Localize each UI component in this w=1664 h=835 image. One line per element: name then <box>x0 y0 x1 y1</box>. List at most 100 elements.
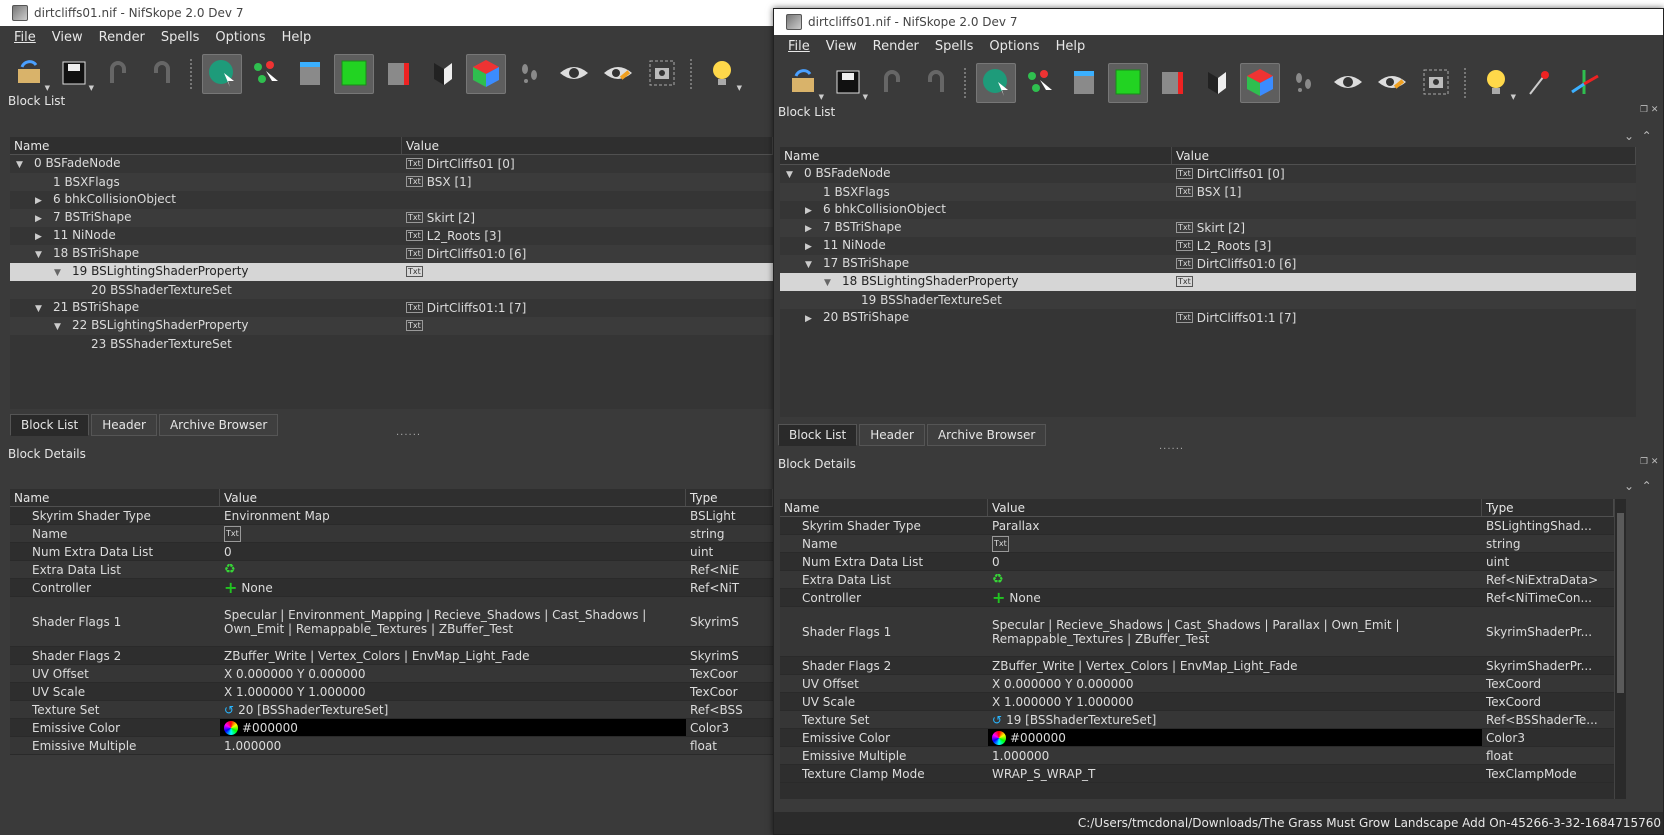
collapse-arrow-icon[interactable]: ▼ <box>16 156 28 174</box>
block-row[interactable]: ▼ 19 BSLightingShaderProperty Txt <box>10 263 773 281</box>
detail-value[interactable]: 20 [BSShaderTextureSet] <box>238 703 388 717</box>
block-row[interactable]: ▼ 17 BSTriShape Txt DirtCliffs01:0 [6] <box>780 255 1636 273</box>
text-type-icon[interactable]: Txt <box>224 525 241 542</box>
detail-row[interactable]: Shader Flags 1 Specular | Recieve_Shadows… <box>780 607 1614 657</box>
detail-value[interactable]: X 1.000000 Y 1.000000 <box>992 695 1134 709</box>
detail-value[interactable]: ZBuffer_Write | Vertex_Colors | EnvMap_L… <box>224 649 530 663</box>
detail-value[interactable]: X 1.000000 Y 1.000000 <box>224 685 366 699</box>
block-row[interactable]: ▼ 18 BSLightingShaderProperty Txt <box>780 273 1636 291</box>
menu-file[interactable]: File <box>780 39 818 54</box>
block-row[interactable]: 20 BSShaderTextureSet <box>10 281 773 299</box>
detail-row[interactable]: UV Scale X 1.000000 Y 1.000000 TexCoor <box>10 683 773 701</box>
collapse-arrow-icon[interactable]: ▼ <box>54 264 66 282</box>
save-button[interactable]: ▼ <box>828 63 868 103</box>
block-row[interactable]: ▶ 20 BSTriShape Txt DirtCliffs01:1 [7] <box>780 309 1636 327</box>
text-type-icon[interactable]: Txt <box>992 535 1009 552</box>
right-block-list-tree[interactable]: Name Value ▼ 0 BSFadeNode Txt DirtCliffs01 … <box>780 147 1636 417</box>
eye-edit-button[interactable] <box>1372 63 1412 103</box>
expand-arrow-icon[interactable]: ▶ <box>805 310 817 328</box>
detail-row[interactable]: Skyrim Shader Type Parallax BSLightingShad… <box>780 517 1614 535</box>
detail-row[interactable]: Emissive Color #000000 Color3 <box>780 729 1614 747</box>
detail-header-value[interactable]: Value <box>220 489 686 506</box>
details-vertical-scrollbar[interactable] <box>1614 499 1626 799</box>
view-top-button[interactable] <box>290 54 330 94</box>
column-header-name[interactable]: Name <box>10 137 402 154</box>
detail-row[interactable]: Controller + None Ref<NiTimeCon... <box>780 589 1614 607</box>
light-button[interactable]: ▼ <box>702 54 742 94</box>
left-block-details-table[interactable]: Name Value Type Skyrim Shader Type Enviro… <box>10 489 773 755</box>
menu-spells[interactable]: Spells <box>927 39 982 54</box>
detail-row[interactable]: Name Txt string <box>780 535 1614 553</box>
detail-value[interactable]: 0 <box>992 555 1000 569</box>
select-button[interactable] <box>976 63 1016 103</box>
eye-edit-button[interactable] <box>598 54 638 94</box>
block-row[interactable]: ▼ 21 BSTriShape Txt DirtCliffs01:1 [7] <box>10 299 773 317</box>
load-button[interactable]: ▼ <box>784 63 824 103</box>
detail-row[interactable]: Emissive Multiple 1.000000 float <box>780 747 1614 765</box>
light-button[interactable]: ▼ <box>1476 63 1516 103</box>
refresh-list-icon[interactable]: ♻ <box>992 572 1004 587</box>
detail-row[interactable]: Emissive Multiple 1.000000 float <box>10 737 773 755</box>
block-row[interactable]: ▶ 7 BSTriShape Txt Skirt [2] <box>10 209 773 227</box>
detail-value[interactable]: WRAP_S_WRAP_T <box>992 767 1095 781</box>
block-row[interactable]: 1 BSXFlags Txt BSX [1] <box>10 173 773 191</box>
menu-options[interactable]: Options <box>981 39 1047 54</box>
menu-file[interactable]: File <box>6 30 44 45</box>
eye-button[interactable] <box>1328 63 1368 103</box>
detail-row[interactable]: Extra Data List ♻ Ref<NiExtraData> <box>780 571 1614 589</box>
detail-value[interactable]: Specular | Environment_Mapping | Recieve… <box>224 608 656 636</box>
tab-header[interactable]: Header <box>859 424 925 446</box>
column-header-value[interactable]: Value <box>402 137 773 154</box>
detail-value[interactable]: Environment Map <box>224 509 330 523</box>
left-block-list-tree[interactable]: Name Value ▼ 0 BSFadeNode Txt DirtCliffs01 … <box>10 137 773 409</box>
detail-row[interactable]: Texture Set ↺ 19 [BSShaderTextureSet] Ref<B… <box>780 711 1614 729</box>
detail-row[interactable]: Shader Flags 2 ZBuffer_Write | Vertex_Col… <box>780 657 1614 675</box>
detail-value[interactable]: #000000 <box>242 721 298 735</box>
block-row[interactable]: ▼ 0 BSFadeNode Txt DirtCliffs01 [0] <box>780 165 1636 183</box>
tab-block-list[interactable]: Block List <box>778 424 858 446</box>
detail-value[interactable]: None <box>1009 591 1040 605</box>
detail-row[interactable]: Texture Set ↺ 20 [BSShaderTextureSet] Ref<B… <box>10 701 773 719</box>
detail-row[interactable]: Num Extra Data List 0 uint <box>10 543 773 561</box>
menu-view[interactable]: View <box>818 39 865 54</box>
block-row[interactable]: ▶ 6 bhkCollisionObject <box>780 201 1636 219</box>
view-side-button[interactable] <box>378 54 418 94</box>
view-side-button[interactable] <box>1152 63 1192 103</box>
splitter-handle[interactable]: ······ <box>396 430 421 441</box>
screenshot-button[interactable] <box>642 54 682 94</box>
collapse-arrow-icon[interactable]: ▼ <box>786 166 798 184</box>
block-row[interactable]: ▶ 11 NiNode Txt L2_Roots [3] <box>10 227 773 245</box>
color-wheel-icon[interactable] <box>992 730 1006 745</box>
transform-button[interactable] <box>1020 63 1060 103</box>
detail-row[interactable]: Texture Clamp Mode WRAP_S_WRAP_T TexClampM… <box>780 765 1614 783</box>
right-block-details-table[interactable]: Name Value Type Skyrim Shader Type Parall… <box>780 499 1614 799</box>
block-row[interactable]: ▶ 7 BSTriShape Txt Skirt [2] <box>780 219 1636 237</box>
load-button[interactable]: ▼ <box>10 54 50 94</box>
detail-header-type[interactable]: Type <box>686 489 773 506</box>
view-front-button[interactable] <box>334 54 374 94</box>
detail-value[interactable]: Specular | Recieve_Shadows | Cast_Shadow… <box>992 618 1452 646</box>
detail-header-type[interactable]: Type <box>1482 499 1614 516</box>
menu-options[interactable]: Options <box>207 30 273 45</box>
block-row[interactable]: 19 BSShaderTextureSet <box>780 291 1636 309</box>
view-front-button[interactable] <box>1108 63 1148 103</box>
scrollbar-thumb[interactable] <box>1617 513 1624 693</box>
block-row[interactable]: 1 BSXFlags Txt BSX [1] <box>780 183 1636 201</box>
link-ref-icon[interactable]: ↺ <box>224 703 234 717</box>
menu-view[interactable]: View <box>44 30 91 45</box>
block-row[interactable]: 23 BSShaderTextureSet <box>10 335 773 353</box>
block-row[interactable]: ▼ 18 BSTriShape Txt DirtCliffs01:0 [6] <box>10 245 773 263</box>
detail-value[interactable]: 1.000000 <box>992 749 1049 763</box>
detail-value[interactable]: #000000 <box>1010 731 1066 745</box>
menu-help[interactable]: Help <box>274 30 320 45</box>
transform-button[interactable] <box>246 54 286 94</box>
detail-row[interactable]: Extra Data List ♻ Ref<NiE <box>10 561 773 579</box>
view-walk-button[interactable] <box>422 54 462 94</box>
detail-header-name[interactable]: Name <box>780 499 988 516</box>
undo-button[interactable] <box>872 63 912 103</box>
link-ref-icon[interactable]: ↺ <box>992 713 1002 727</box>
tab-archive-browser[interactable]: Archive Browser <box>158 414 279 436</box>
tab-archive-browser[interactable]: Archive Browser <box>926 424 1047 446</box>
detail-value[interactable]: 0 <box>224 545 232 559</box>
detail-header-value[interactable]: Value <box>988 499 1482 516</box>
